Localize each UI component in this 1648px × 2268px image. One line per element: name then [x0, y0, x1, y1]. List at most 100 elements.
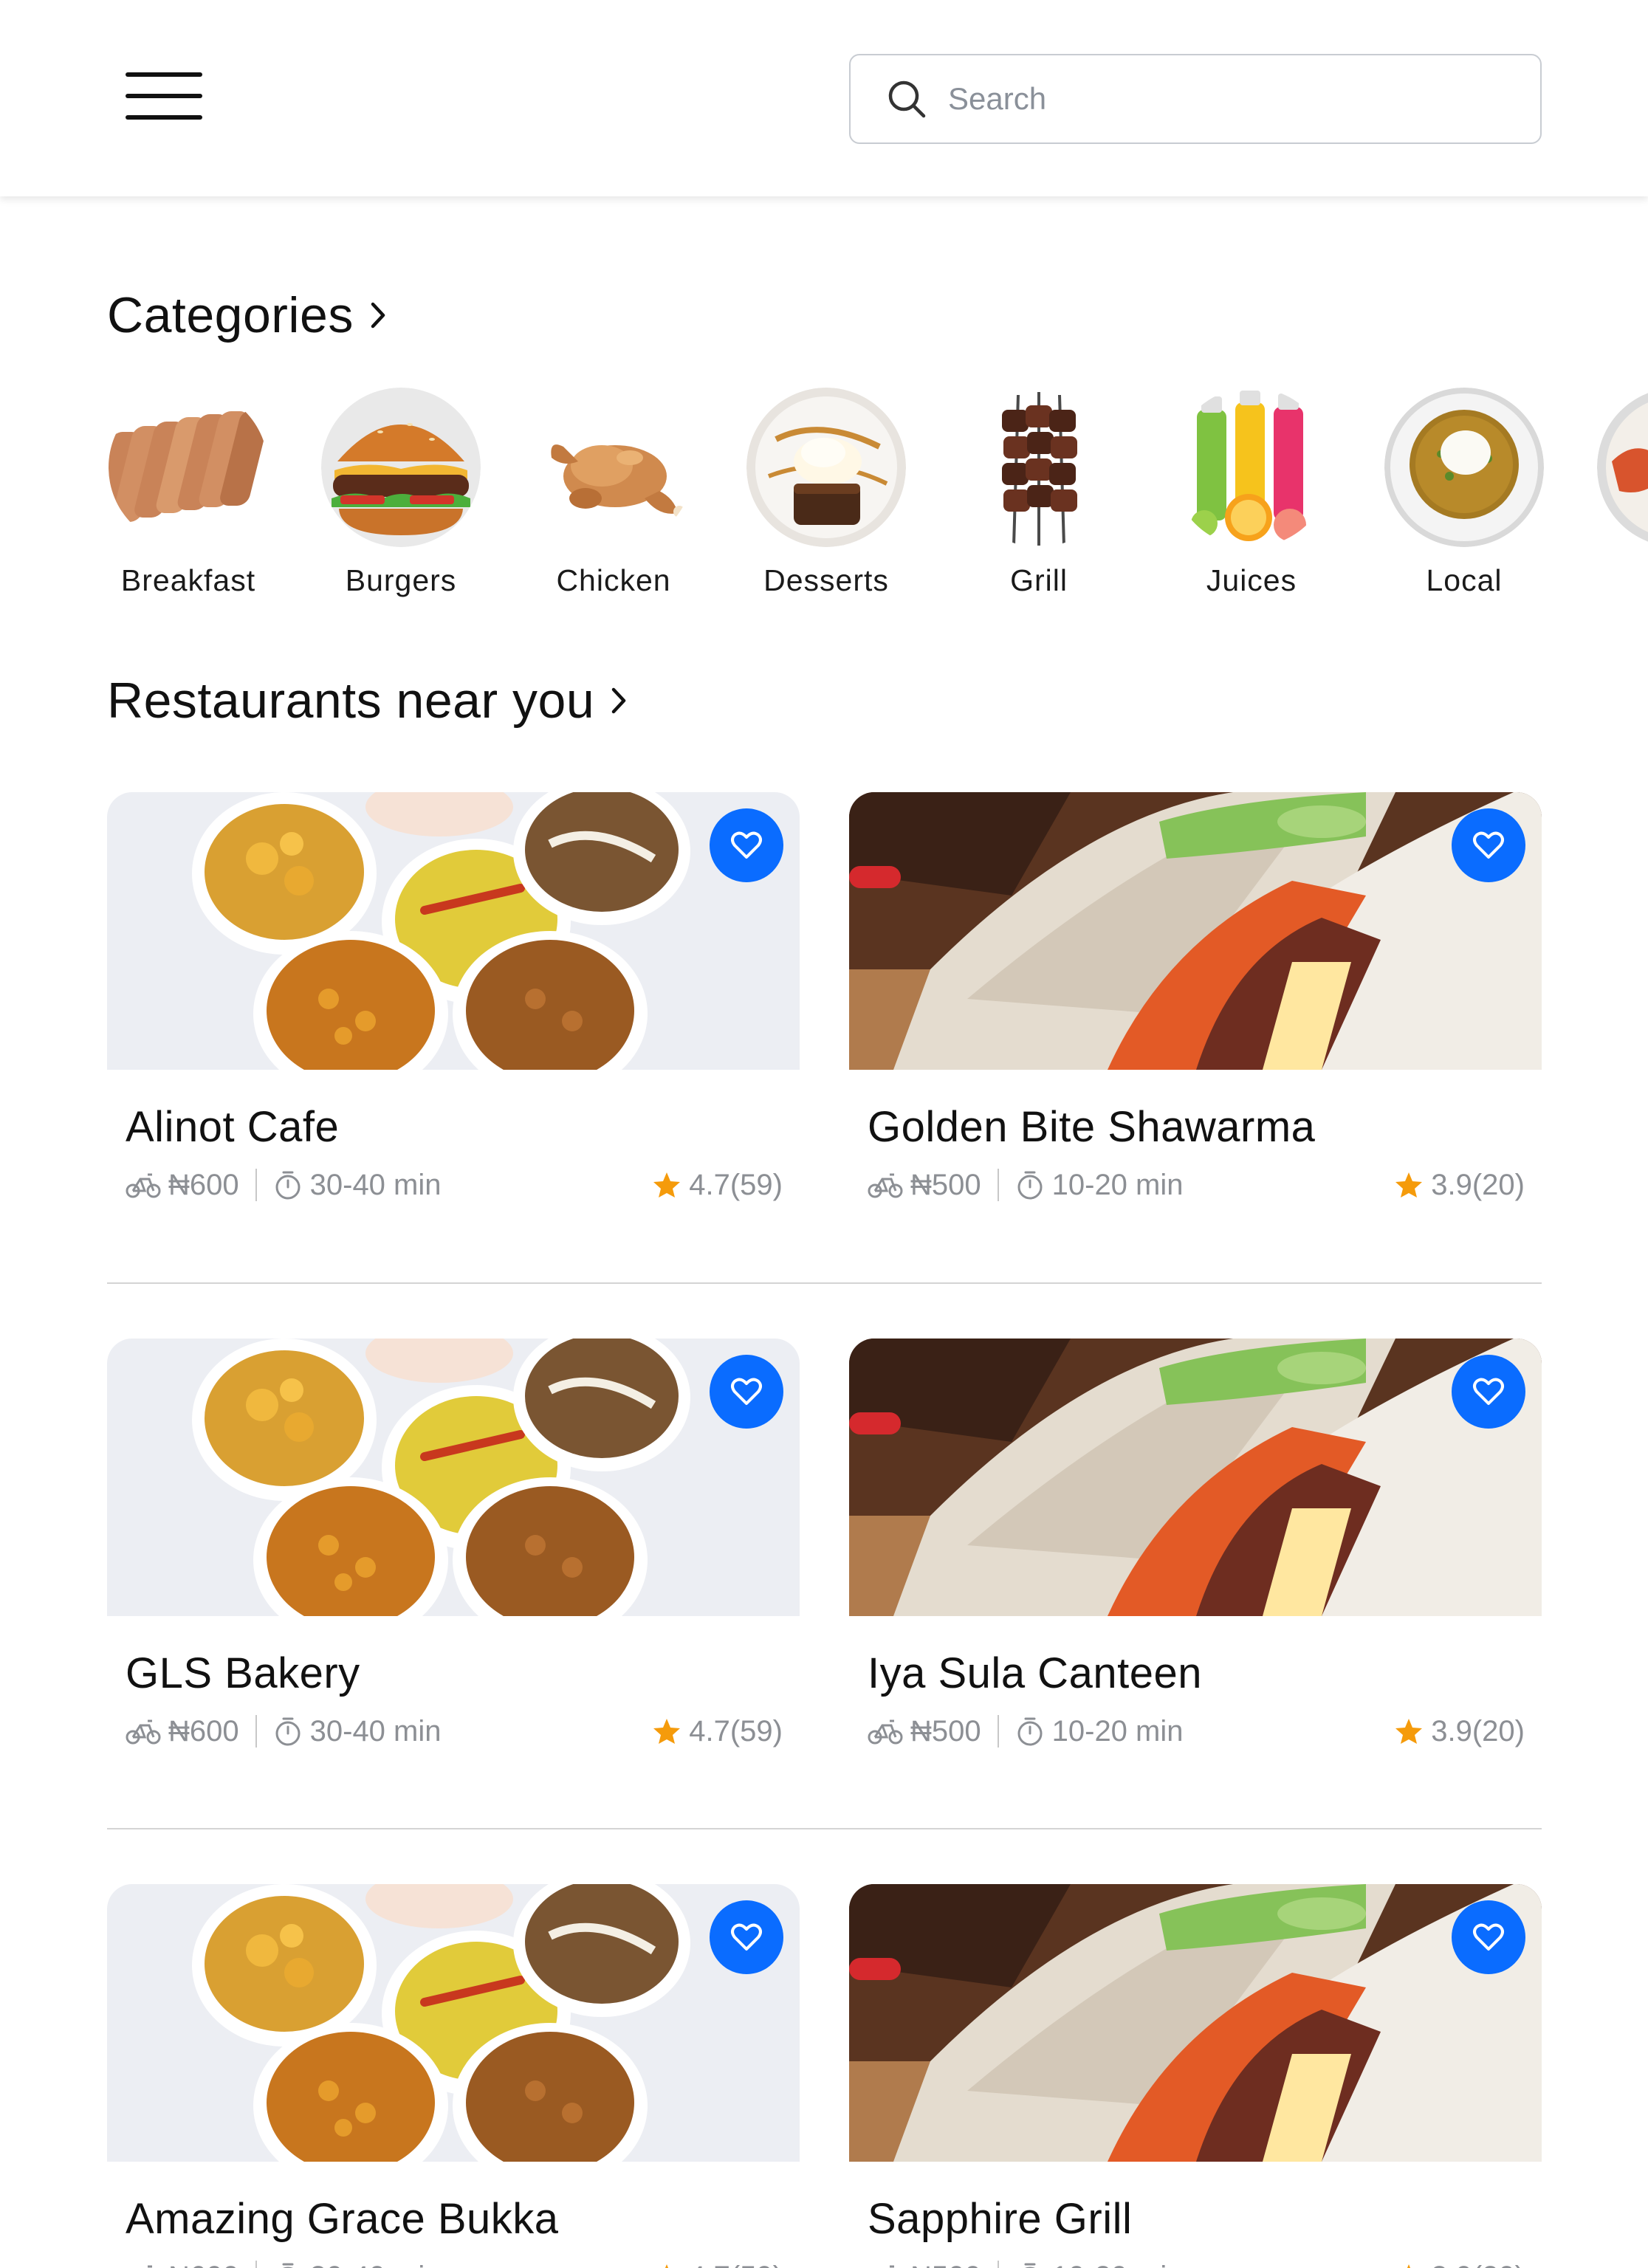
restaurant-image [107, 792, 800, 1070]
rating: 3.9(20) [1394, 1715, 1525, 1748]
meta-divider [997, 1169, 999, 1201]
favorite-button[interactable] [1452, 1900, 1525, 1974]
category-grill[interactable]: Grill [954, 388, 1124, 598]
restaurants-heading[interactable]: Restaurants near you [107, 672, 630, 729]
meta-divider [255, 1169, 257, 1201]
meta-divider [255, 2261, 257, 2268]
category-desserts[interactable]: Desserts [741, 388, 911, 598]
restaurant-card[interactable]: Iya Sula Canteen ₦500 10-20 min 3.9(20) [849, 1339, 1542, 1796]
category-breakfast[interactable]: Breakfast [103, 388, 273, 598]
restaurant-image [849, 1884, 1542, 2162]
bike-icon [868, 1173, 903, 1198]
rating: 4.7(59) [652, 1169, 783, 1202]
rating-value: 4.7(59) [689, 1714, 783, 1748]
delivery-fee: ₦600 [126, 2261, 239, 2268]
star-icon [1395, 1719, 1423, 1744]
search-bar[interactable] [849, 54, 1542, 144]
delivery-fee-value: ₦600 [168, 1714, 239, 1748]
row-divider [107, 1828, 1542, 1829]
bread-image [109, 388, 268, 547]
meta-divider [997, 2261, 999, 2268]
delivery-fee: ₦500 [868, 2261, 981, 2268]
category-partial[interactable]: P [1592, 388, 1648, 598]
restaurant-meta: ₦600 30-40 min 4.7(59) [126, 1163, 783, 1207]
delivery-time: 10-20 min [1015, 2261, 1184, 2268]
restaurant-image [107, 1339, 800, 1616]
timer-icon [1017, 1171, 1043, 1200]
chicken-image [534, 388, 693, 547]
bike-icon [868, 1719, 903, 1745]
meta-divider [255, 1715, 257, 1748]
meta-divider [997, 1715, 999, 1748]
star-icon [1407, 2264, 1411, 2268]
bike-icon [126, 1719, 161, 1745]
restaurant-card[interactable]: Alinot Cafe ₦600 30-40 min 4.7(59) [107, 792, 800, 1250]
delivery-time: 10-20 min [1015, 1169, 1184, 1202]
delivery-fee-value: ₦500 [910, 1168, 981, 1201]
restaurant-meta: ₦600 30-40 min 4.7(59) [126, 1709, 783, 1753]
rating: 3.9(20) [1394, 1169, 1525, 1202]
restaurant-meta: ₦500 10-20 min 3.9(20) [868, 1709, 1525, 1753]
delivery-time-value: 10-20 min [1052, 2261, 1184, 2268]
delivery-fee-value: ₦500 [910, 1714, 981, 1748]
category-label: P [1592, 563, 1648, 598]
restaurant-card[interactable]: GLS Bakery ₦600 30-40 min 4.7(59) [107, 1339, 800, 1796]
restaurant-image [849, 792, 1542, 1070]
restaurant-image [849, 1339, 1542, 1616]
category-juices[interactable]: Juices [1167, 388, 1336, 598]
local-dish-image [1384, 388, 1544, 547]
delivery-fee-value: ₦500 [910, 2261, 981, 2268]
heart-icon [731, 831, 762, 859]
restaurant-meta: ₦500 10-20 min 3.9(20) [868, 1163, 1525, 1207]
delivery-fee: ₦600 [126, 1169, 239, 1202]
delivery-fee: ₦600 [126, 1715, 239, 1748]
partial-category-image [1597, 388, 1648, 547]
restaurant-card[interactable]: Amazing Grace Bukka ₦600 30-40 min 4.7(5… [107, 1884, 800, 2268]
hamburger-icon[interactable] [118, 66, 204, 126]
star-icon [665, 2264, 669, 2268]
heart-icon [1473, 1378, 1504, 1405]
star-icon [653, 1172, 681, 1197]
heart-icon [731, 1923, 762, 1951]
grill-image [959, 388, 1119, 547]
delivery-time: 30-40 min [273, 1169, 442, 1202]
star-icon [653, 1719, 681, 1744]
favorite-button[interactable] [710, 808, 783, 882]
favorite-button[interactable] [710, 1355, 783, 1429]
categories-title: Categories [107, 287, 354, 343]
rating-value: 3.9(20) [1431, 1168, 1525, 1201]
categories-row[interactable]: Breakfast Burgers Chicken Desserts Grill… [103, 388, 1648, 609]
delivery-fee: ₦500 [868, 1169, 981, 1202]
rating-value: 4.7(59) [689, 1168, 783, 1201]
restaurant-card[interactable]: Sapphire Grill ₦500 10-20 min 3.9(20) [849, 1884, 1542, 2268]
category-chicken[interactable]: Chicken [529, 388, 698, 598]
delivery-time-value: 30-40 min [310, 2261, 442, 2268]
search-input[interactable] [948, 69, 1524, 128]
rating-value: 4.7(59) [689, 2261, 783, 2268]
categories-heading[interactable]: Categories [107, 286, 389, 344]
category-label: Chicken [556, 563, 671, 597]
category-label: Desserts [763, 563, 889, 597]
restaurant-name: Iya Sula Canteen [868, 1649, 1202, 1697]
delivery-fee-value: ₦600 [168, 2261, 239, 2268]
delivery-time-value: 10-20 min [1051, 1714, 1184, 1748]
delivery-fee-value: ₦600 [168, 1168, 239, 1201]
heart-icon [1473, 1923, 1504, 1951]
favorite-button[interactable] [1452, 808, 1525, 882]
restaurant-name: Golden Bite Shawarma [868, 1103, 1316, 1151]
restaurant-card[interactable]: Golden Bite Shawarma ₦500 10-20 min 3.9(… [849, 792, 1542, 1250]
timer-icon [1017, 1717, 1043, 1746]
category-label: Breakfast [120, 563, 256, 597]
rating: 3.9(20) [1394, 2261, 1525, 2268]
category-burgers[interactable]: Burgers [316, 388, 486, 598]
restaurant-name: Alinot Cafe [126, 1103, 340, 1151]
juice-image [1172, 388, 1331, 547]
category-local[interactable]: Local [1379, 388, 1549, 598]
favorite-button[interactable] [710, 1900, 783, 1974]
heart-icon [731, 1378, 762, 1405]
favorite-button[interactable] [1452, 1355, 1525, 1429]
rating-value: 3.9(20) [1431, 1714, 1525, 1748]
restaurant-meta: ₦600 30-40 min 4.7(59) [126, 2255, 783, 2268]
chevron-right-icon [611, 687, 626, 714]
top-bar [0, 0, 1648, 196]
